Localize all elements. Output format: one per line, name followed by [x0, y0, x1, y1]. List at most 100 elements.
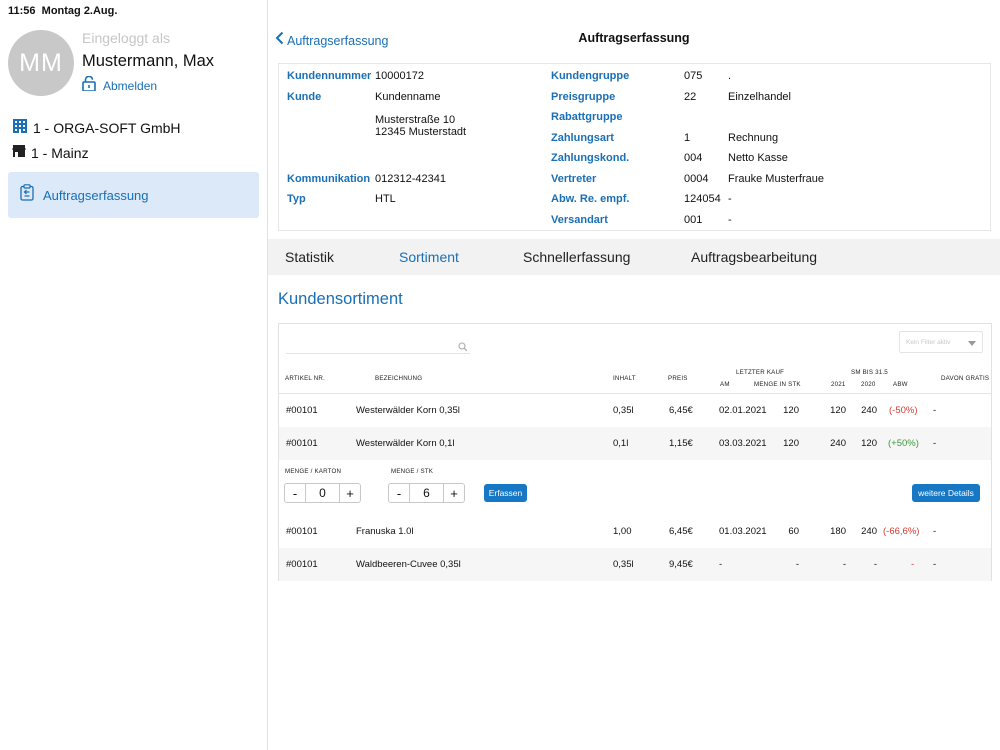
cell-bezeichnung: Franuska 1.0l [356, 526, 414, 537]
order-entry-panel: MENGE / KARTON - 0 + MENGE / STK - 6 + E… [279, 462, 991, 514]
cell-bezeichnung: Westerwälder Korn 0,1l [356, 438, 455, 449]
preisgruppe-text: Einzelhandel [728, 91, 791, 103]
logout-button[interactable]: Abmelden [82, 75, 157, 96]
preisgruppe-code: 22 [684, 91, 697, 103]
cell-bezeichnung: Waldbeeren-Cuvee 0,35l [356, 559, 461, 570]
abw-text: - [728, 193, 732, 205]
tab-schnellerfassung[interactable]: Schnellerfassung [523, 249, 630, 265]
company-label: 1 - ORGA-SOFT GmbH [33, 119, 181, 136]
cell-menge: 60 [788, 526, 799, 537]
section-title: Kundensortiment [278, 290, 403, 308]
cell-am: 01.03.2021 [719, 526, 767, 537]
avatar: MM [8, 30, 74, 96]
zahlungskond-code: 004 [684, 152, 703, 164]
cell-menge: 120 [783, 405, 799, 416]
header-2021: 2021 [831, 381, 846, 388]
erfassen-button[interactable]: Erfassen [484, 484, 527, 502]
cell-gratis: - [933, 405, 937, 416]
zahlungskond-text: Netto Kasse [728, 152, 788, 164]
search-input[interactable] [286, 334, 451, 354]
kundengruppe-code: 075 [684, 70, 703, 82]
zahlungsart-code: 1 [684, 132, 691, 144]
cell-am: 02.01.2021 [719, 405, 767, 416]
menge-karton-value[interactable]: 0 [306, 486, 339, 500]
status-date: Montag 2.Aug. [41, 5, 118, 17]
cell-artikel: #00101 [286, 405, 318, 416]
logged-in-label: Eingeloggt als [82, 30, 170, 46]
cell-2021: 240 [830, 438, 846, 449]
tab-bar: Statistik Sortiment Schnellerfassung Auf… [268, 239, 1000, 275]
back-label: Auftragserfassung [287, 33, 389, 48]
chevron-down-icon [968, 341, 976, 346]
zahlungsart-label: Zahlungsart [551, 132, 614, 144]
typ-value: HTL [375, 193, 396, 205]
search-field [286, 334, 470, 354]
abw-code: 124054 [684, 193, 721, 205]
header-sm-bis: SM BIS 31.5 [851, 369, 888, 376]
table-row[interactable]: #00101 Waldbeeren-Cuvee 0,35l 0,35l 9,45… [279, 548, 991, 581]
cell-artikel: #00101 [286, 438, 318, 449]
kunde-label: Kunde [287, 91, 322, 103]
cell-inhalt: 0,1l [613, 438, 629, 449]
kommunikation-label: Kommunikation [287, 173, 371, 185]
table-row[interactable]: #00101 Westerwälder Korn 0,1l 0,1l 1,15€… [279, 427, 991, 460]
tab-sortiment[interactable]: Sortiment [399, 249, 459, 265]
header-artikel-nr: ARTIKEL NR. [285, 375, 326, 382]
filter-placeholder: Kein Filter aktiv [906, 339, 951, 346]
versandart-label: Versandart [551, 214, 608, 226]
branch-label: 1 - Mainz [31, 144, 89, 161]
cell-abw: (+50%) [888, 438, 919, 449]
cell-gratis: - [933, 559, 937, 570]
cell-bezeichnung: Westerwälder Korn 0,35l [356, 405, 460, 416]
zahlungskond-label: Zahlungskond. [551, 152, 630, 164]
cell-am: 03.03.2021 [719, 438, 767, 449]
menge-karton-stepper: - 0 + [284, 483, 361, 503]
menge-stk-plus-button[interactable]: + [444, 484, 464, 502]
vertreter-text: Frauke Musterfraue [728, 173, 824, 185]
menge-stk-minus-button[interactable]: - [389, 484, 409, 502]
cell-gratis: - [933, 438, 937, 449]
preisgruppe-label: Preisgruppe [551, 91, 616, 103]
header-menge-in-stk: MENGE IN STK [754, 381, 801, 388]
company-row: 1 - ORGA-SOFT GmbH [12, 118, 181, 137]
status-time: 11:56 [8, 5, 36, 17]
tab-auftragsbearbeitung[interactable]: Auftragsbearbeitung [691, 249, 817, 265]
clipboard-icon [20, 184, 34, 206]
cell-2020: 240 [861, 526, 877, 537]
header-2020: 2020 [861, 381, 876, 388]
cell-2020: 120 [861, 438, 877, 449]
cell-2021: 180 [830, 526, 846, 537]
menge-stk-label: MENGE / STK [391, 468, 434, 475]
sidebar-item-label: Auftragserfassung [43, 187, 149, 203]
cell-inhalt: 1,00 [613, 526, 632, 537]
menge-stk-value[interactable]: 6 [410, 486, 443, 500]
cell-inhalt: 0,35l [613, 405, 634, 416]
filter-select[interactable]: Kein Filter aktiv [899, 331, 983, 353]
tab-statistik[interactable]: Statistik [285, 249, 334, 265]
vertreter-label: Vertreter [551, 173, 597, 185]
cell-menge: 120 [783, 438, 799, 449]
zahlungsart-text: Rechnung [728, 132, 779, 144]
menge-karton-plus-button[interactable]: + [340, 484, 360, 502]
kundennummer-label: Kundennummer [287, 70, 372, 82]
cell-preis: 6,45€ [669, 526, 693, 537]
chevron-left-icon [275, 31, 284, 50]
cell-preis: 1,15€ [669, 438, 693, 449]
sidebar-item-auftragserfassung[interactable]: Auftragserfassung [8, 172, 259, 218]
header-bezeichnung: BEZEICHNUNG [375, 375, 423, 382]
abw-label: Abw. Re. empf. [551, 193, 630, 205]
back-button[interactable]: Auftragserfassung [275, 31, 388, 50]
kommunikation-value: 012312-42341 [375, 173, 446, 185]
cell-artikel: #00101 [286, 526, 318, 537]
menge-stk-stepper: - 6 + [388, 483, 465, 503]
menge-karton-minus-button[interactable]: - [285, 484, 305, 502]
kundengruppe-text: . [728, 70, 732, 82]
customer-info-card: Kundennummer 10000172 Kunde Kundenname M… [278, 63, 991, 231]
weitere-details-button[interactable]: weitere Details [912, 484, 980, 502]
cell-abw: (-50%) [889, 405, 918, 416]
search-icon [458, 339, 468, 357]
table-row[interactable]: #00101 Franuska 1.0l 1,00 6,45€ 01.03.20… [279, 515, 991, 548]
table-row[interactable]: #00101 Westerwälder Korn 0,35l 0,35l 6,4… [279, 394, 991, 427]
sidebar: 11:56 Montag 2.Aug. MM Eingeloggt als Mu… [0, 0, 268, 750]
cell-menge: - [795, 559, 799, 570]
